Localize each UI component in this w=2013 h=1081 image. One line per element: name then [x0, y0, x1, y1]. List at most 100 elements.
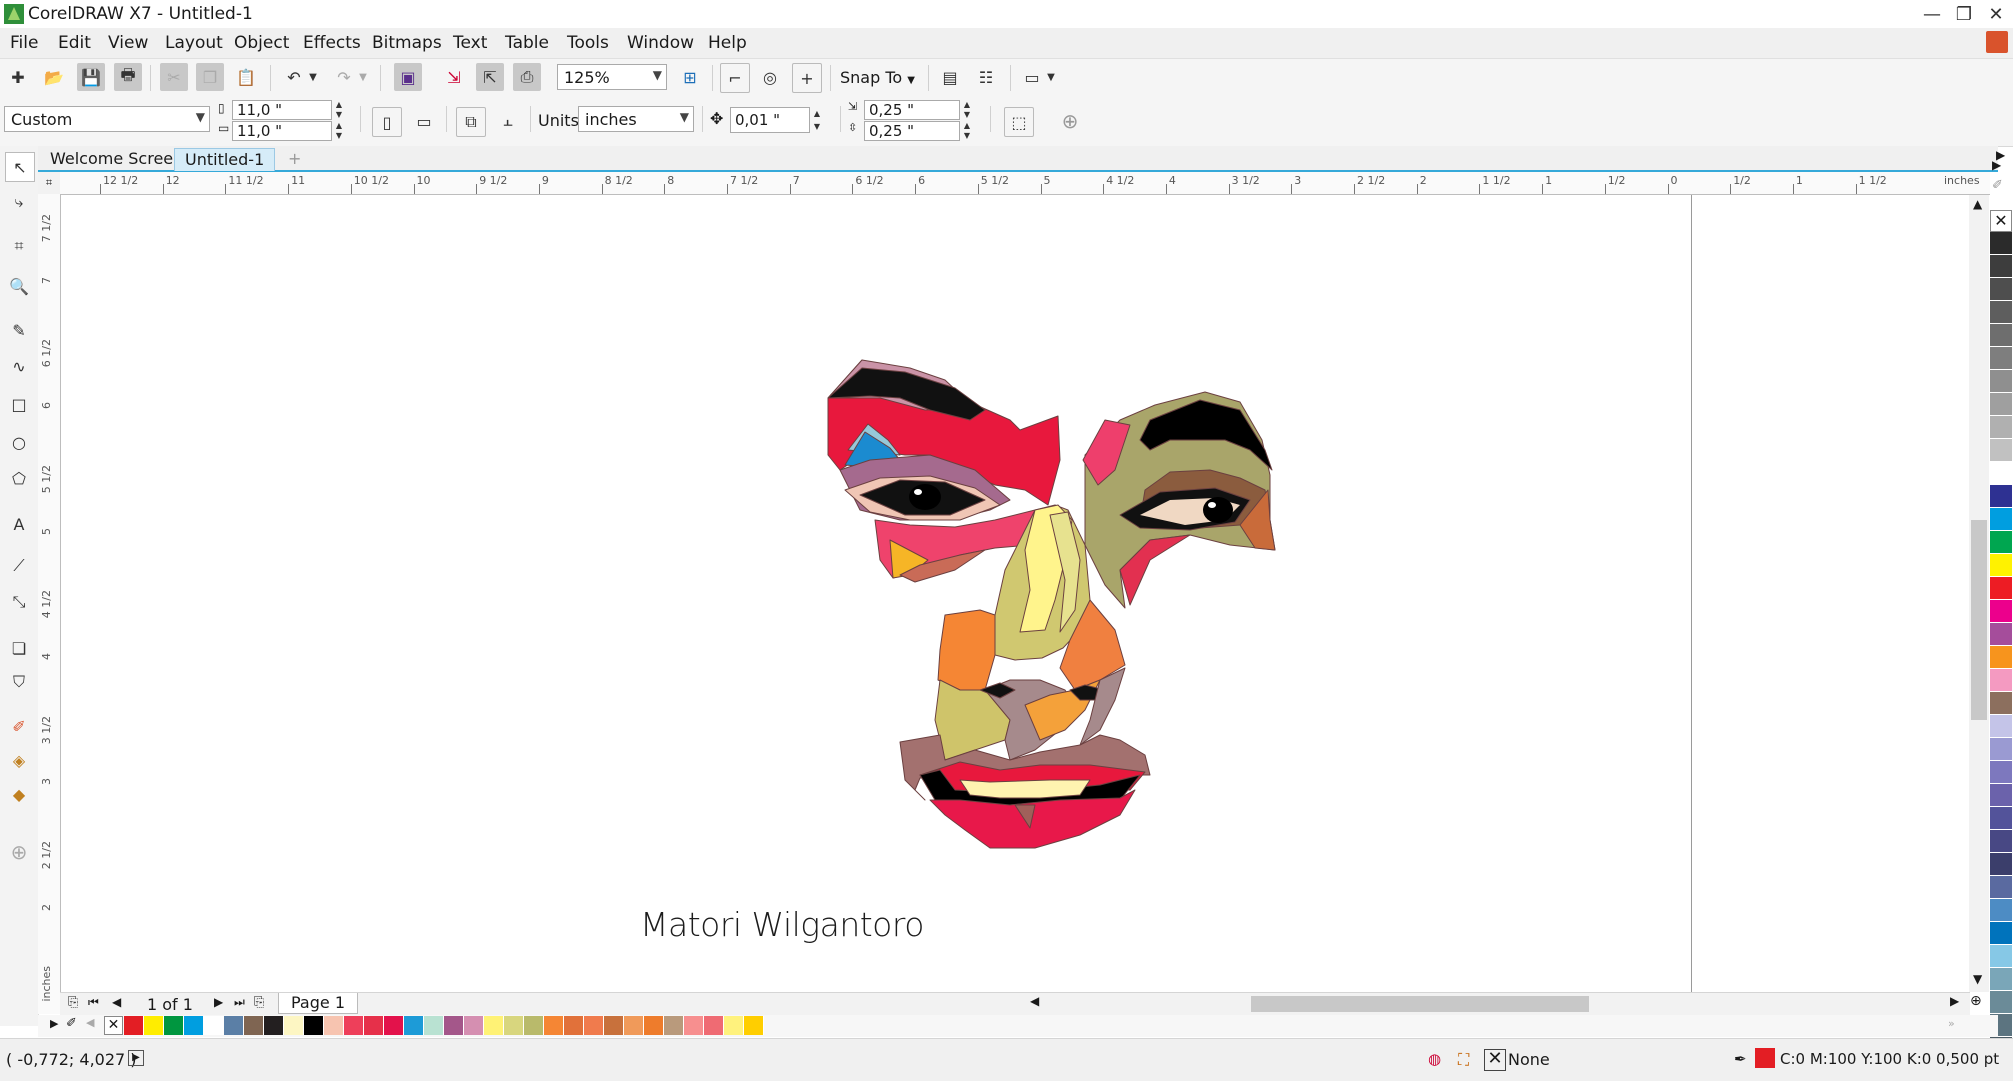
page-width-stepper[interactable]: ▲ ▼ [332, 100, 346, 120]
scroll-down-icon[interactable]: ▼ [1973, 972, 1982, 986]
page-size-preset-combo[interactable]: Custom ▼ [4, 106, 210, 132]
polygon-tool-icon[interactable]: ⬠ [5, 464, 33, 492]
menu-object[interactable]: Object [234, 33, 289, 53]
add-page-before-icon[interactable]: ⎘ [68, 995, 78, 1010]
duplicate-x-stepper[interactable]: ▲ ▼ [960, 100, 974, 120]
connector-tool-icon[interactable]: ⤡ [5, 588, 33, 616]
color-swatch[interactable] [604, 1016, 624, 1035]
save-icon[interactable]: 💾 [77, 63, 105, 91]
color-swatch[interactable] [1990, 600, 2012, 623]
color-swatch[interactable] [284, 1016, 304, 1035]
color-swatch[interactable] [1990, 991, 2012, 1014]
signature-text[interactable]: Matori Wilgantoro [640, 905, 924, 944]
palette-eyedropper-icon[interactable]: ✐ [66, 1016, 77, 1031]
duplicate-y-stepper[interactable]: ▲ ▼ [960, 121, 974, 141]
color-swatch[interactable] [264, 1016, 284, 1035]
menu-help[interactable]: Help [708, 33, 747, 53]
show-grid-icon[interactable]: ◎ [756, 63, 784, 91]
color-swatch[interactable] [1990, 899, 2012, 922]
palette-scroll-left-icon[interactable]: ◀ [86, 1016, 94, 1029]
color-swatch[interactable] [1990, 646, 2012, 669]
color-swatch[interactable] [1990, 623, 2012, 646]
redo-dropdown-icon[interactable]: ▼ [356, 63, 370, 91]
options-icon[interactable]: ▤ [936, 63, 964, 91]
menu-bitmaps[interactable]: Bitmaps [372, 33, 442, 53]
color-swatch[interactable] [184, 1016, 204, 1035]
color-swatch[interactable] [1990, 830, 2012, 853]
show-guidelines-icon[interactable]: + [792, 63, 822, 93]
color-swatch[interactable] [304, 1016, 324, 1035]
color-swatch[interactable] [624, 1016, 644, 1035]
menu-window[interactable]: Window [627, 33, 694, 53]
restore-button[interactable]: ❐ [1946, 0, 1982, 28]
chevron-down-icon[interactable]: ▼ [1044, 63, 1058, 91]
next-page-icon[interactable]: ▶ [214, 995, 223, 1009]
vertical-scroll-thumb[interactable] [1971, 520, 1987, 720]
new-document-icon[interactable]: ✚ [4, 63, 32, 91]
color-swatch[interactable] [1990, 945, 2012, 968]
ellipse-tool-icon[interactable]: ○ [5, 428, 33, 456]
crop-tool-icon[interactable]: ⌗ [5, 232, 33, 260]
minimize-button[interactable]: — [1914, 0, 1950, 28]
color-swatch[interactable] [364, 1016, 384, 1035]
treat-as-filled-icon[interactable]: ⬚ [1004, 107, 1034, 137]
units-combo[interactable]: inches ▼ [578, 106, 694, 132]
color-swatch[interactable] [544, 1016, 564, 1035]
color-swatch[interactable] [1990, 692, 2012, 715]
color-swatch[interactable] [1990, 853, 2012, 876]
no-color-swatch[interactable]: ✕ [104, 1016, 123, 1035]
menu-edit[interactable]: Edit [58, 33, 91, 53]
color-swatch[interactable] [1990, 324, 2012, 347]
menu-text[interactable]: Text [453, 33, 487, 53]
color-swatch[interactable] [644, 1016, 664, 1035]
color-swatch[interactable] [1990, 761, 2012, 784]
scroll-left-icon[interactable]: ◀ [1030, 994, 1039, 1008]
tab-untitled-1[interactable]: Untitled-1 [174, 148, 276, 171]
vertical-ruler[interactable]: 7 1/2 7 6 1/2 6 5 1/2 5 4 1/2 4 3 1/2 3 2 1/2 2 inch… [38, 194, 61, 1014]
show-rulers-icon[interactable]: ⌐ [720, 63, 750, 93]
zoom-tool-icon[interactable]: 🔍 [5, 272, 33, 300]
palette-eyedropper-icon[interactable]: ✐ [1992, 178, 2003, 193]
nudge-distance-stepper[interactable]: ▲ ▼ [810, 107, 824, 133]
color-swatch[interactable] [664, 1016, 684, 1035]
color-swatch[interactable] [324, 1016, 344, 1035]
transparency-tool-icon[interactable]: ⛉ [5, 668, 33, 696]
color-swatch[interactable] [1990, 738, 2012, 761]
ruler-origin-corner[interactable]: ⌗ [38, 172, 61, 195]
color-swatch[interactable] [1990, 255, 2012, 278]
page-height-stepper[interactable]: ▲ ▼ [332, 121, 346, 141]
add-page-after-icon[interactable]: ⎘ [254, 995, 264, 1010]
page-height-field[interactable]: 11,0 " [232, 121, 332, 141]
color-swatch[interactable] [1990, 669, 2012, 692]
parallel-dimension-tool-icon[interactable]: ⟋ [5, 552, 33, 580]
zoom-level-combo[interactable]: 125% ▼ [557, 64, 667, 90]
color-swatch[interactable] [484, 1016, 504, 1035]
color-swatch[interactable] [124, 1016, 144, 1035]
duplicate-y-field[interactable]: 0,25 " [864, 121, 960, 141]
cut-icon[interactable]: ✂ [160, 63, 188, 91]
color-swatch[interactable] [1990, 508, 2012, 531]
zoom-navigator-icon[interactable]: ⊕ [1970, 993, 1982, 1009]
publish-pdf-icon[interactable]: ⎙ [513, 63, 541, 91]
palette-more-icon[interactable]: » [1948, 1017, 1955, 1030]
menu-view[interactable]: View [108, 33, 148, 53]
color-swatch[interactable] [1990, 370, 2012, 393]
color-swatch[interactable] [384, 1016, 404, 1035]
status-more-icon[interactable]: ▶ [128, 1050, 144, 1066]
color-swatch[interactable] [464, 1016, 484, 1035]
color-swatch[interactable] [704, 1016, 724, 1035]
palette-scroll-right-icon[interactable]: ▶ [1992, 158, 2001, 172]
color-swatch[interactable] [1990, 278, 2012, 301]
color-eyedropper-tool-icon[interactable]: ✐ [5, 712, 33, 740]
menu-effects[interactable]: Effects [303, 33, 361, 53]
close-button[interactable]: ✕ [1978, 0, 2013, 28]
face-artwork[interactable] [61, 195, 1969, 992]
color-swatch[interactable] [684, 1016, 704, 1035]
color-swatch[interactable] [244, 1016, 264, 1035]
snap-to-button[interactable]: Snap To ▼ [840, 68, 915, 87]
portrait-icon[interactable]: ▯ [372, 107, 402, 137]
export-icon[interactable]: ⇱ [476, 63, 504, 91]
shape-tool-icon[interactable]: ⤷ [5, 188, 33, 216]
fill-none-icon[interactable]: ✕ [1484, 1049, 1506, 1071]
color-swatch[interactable] [344, 1016, 364, 1035]
